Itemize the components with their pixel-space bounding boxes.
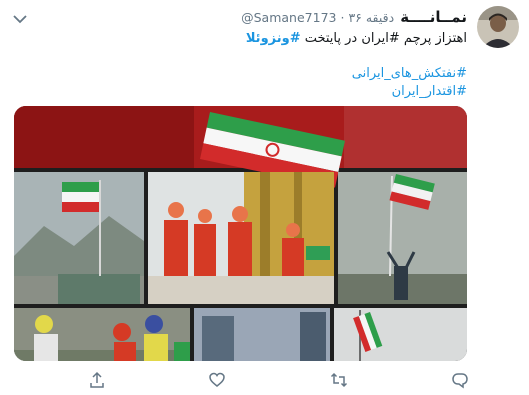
like-icon[interactable] xyxy=(208,371,226,389)
tweet-meta: @Samane7173 · ۳۶ دقیقه xyxy=(241,10,394,25)
hashtag-list: #نفتکش_های_ایرانی #اقتدار_ایران xyxy=(352,65,467,101)
tweet-header: نمــانــــة @Samane7173 · ۳۶ دقیقه xyxy=(241,8,467,26)
photo-tanker-crew[interactable] xyxy=(148,172,334,304)
photo-flag-pole[interactable] xyxy=(338,172,467,304)
photo-workers[interactable] xyxy=(14,308,190,361)
photo-flag-sky[interactable] xyxy=(334,308,467,361)
share-icon[interactable] xyxy=(88,371,106,389)
photo-flag-city[interactable] xyxy=(14,172,144,304)
handle[interactable]: @Samane7173 xyxy=(241,10,336,25)
timestamp[interactable]: ۳۶ دقیقه xyxy=(348,10,394,25)
hashtag-venezuela[interactable]: #ونزوئلا xyxy=(246,31,301,46)
display-name[interactable]: نمــانــــة xyxy=(400,8,467,26)
chevron-down-icon[interactable] xyxy=(12,10,28,24)
meta-separator: · xyxy=(340,10,345,25)
tweet-main-text: اهتزاز پرچم #ایران در پایتخت xyxy=(300,31,467,46)
reply-icon[interactable] xyxy=(451,371,469,389)
tweet-text: اهتزاز پرچم #ایران در پایتخت #ونزوئلا xyxy=(246,30,467,48)
hashtag-power[interactable]: #اقتدار_ایران xyxy=(352,83,467,101)
retweet-icon[interactable] xyxy=(330,371,348,389)
action-bar xyxy=(0,368,529,392)
media-collage[interactable] xyxy=(14,106,467,361)
hashtag-tankers[interactable]: #نفتکش_های_ایرانی xyxy=(352,65,467,83)
avatar[interactable] xyxy=(477,6,519,48)
photo-building[interactable] xyxy=(194,308,330,361)
